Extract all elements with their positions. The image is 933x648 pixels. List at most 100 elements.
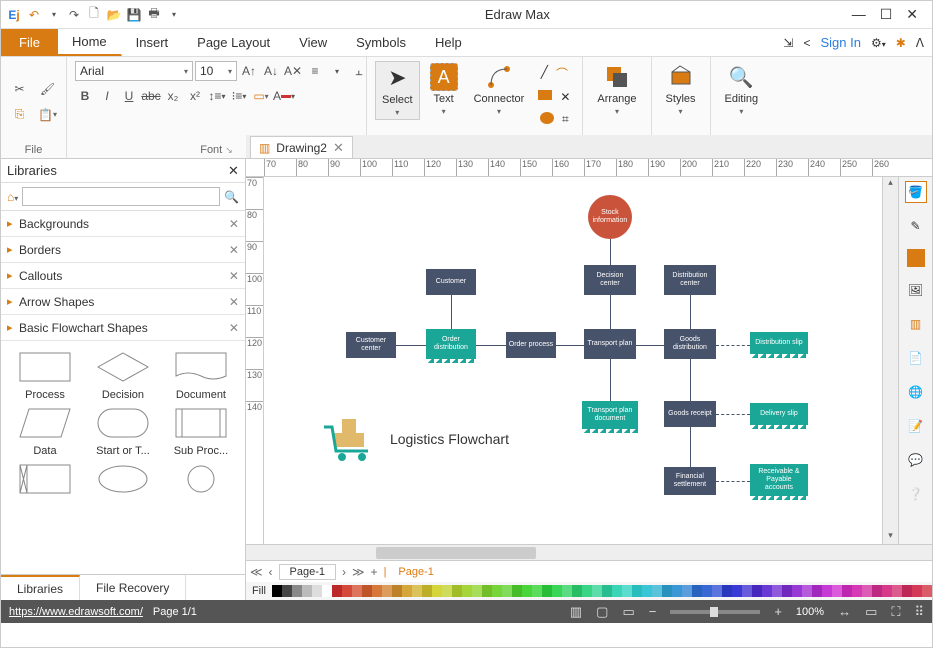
swatch[interactable] [372,585,382,597]
swatch[interactable] [342,585,352,597]
note-icon[interactable]: 📝 [905,415,927,437]
swatch[interactable] [712,585,722,597]
move-tool-icon[interactable]: ✕ [560,90,570,104]
export-icon[interactable]: ⇲ [783,36,793,50]
swatch[interactable] [732,585,742,597]
node-dist-center[interactable]: Distribution center [664,265,716,295]
shape-extra2[interactable] [91,501,155,513]
shape-decision[interactable]: Decision [91,389,155,401]
zoom-knob[interactable] [710,607,718,617]
qat-dropdown-icon[interactable]: ▾ [165,6,183,24]
font-dialog-launcher-icon[interactable]: ↘ [225,145,233,155]
swatch[interactable] [522,585,532,597]
swatch[interactable] [472,585,482,597]
node-fin-set[interactable]: Financial settlement [664,467,716,495]
collapse-ribbon-icon[interactable]: ᐱ [916,36,924,50]
swatch[interactable] [702,585,712,597]
swatch[interactable] [552,585,562,597]
rect-tool-icon[interactable] [538,90,552,100]
swatch[interactable] [752,585,762,597]
new-doc-icon[interactable]: 🗋 [85,6,103,24]
connector-tool-button[interactable]: Connector ▾ [468,61,531,118]
decrease-font-icon[interactable]: A↓ [261,61,281,81]
library-category[interactable]: ▸Basic Flowchart Shapes✕ [1,315,245,341]
node-cust-center[interactable]: Customer center [346,332,396,358]
swatch[interactable] [672,585,682,597]
scroll-up-icon[interactable]: ▴ [883,177,898,191]
swatch[interactable] [452,585,462,597]
layers-icon[interactable]: ▥ [905,313,927,335]
undo-icon[interactable]: ↶ [25,6,43,24]
text-tool-button[interactable]: A Text ▾ [424,61,464,118]
shape-extra1[interactable] [13,501,77,513]
save-icon[interactable]: 💾 [125,6,143,24]
node-stock[interactable]: Stock information [588,195,632,239]
paste-icon[interactable]: 📋▾ [38,105,58,125]
node-goods-dist[interactable]: Goods distribution [664,329,716,359]
node-customer[interactable]: Customer [426,269,476,295]
library-search-input[interactable] [22,187,220,206]
swatch[interactable] [892,585,902,597]
tab-help[interactable]: Help [421,29,477,56]
font-color-icon[interactable]: A▾ [273,86,295,106]
fill-bucket-icon[interactable]: 🪣 [905,181,927,203]
view-normal-icon[interactable]: ▥ [570,604,582,620]
swatch[interactable] [682,585,692,597]
node-dist-slip[interactable]: Distribution slip [750,332,808,354]
shape-document[interactable]: Document [169,389,233,401]
close-window-icon[interactable]: ✕ [906,6,918,23]
cut-icon[interactable]: ✂ [10,79,30,99]
swatch[interactable] [562,585,572,597]
line-tool-icon[interactable]: ╱ [541,65,548,82]
swatch[interactable] [432,585,442,597]
swatch[interactable] [872,585,882,597]
pen-icon[interactable]: ✎ [905,215,927,237]
swatch[interactable] [842,585,852,597]
fit-page-icon[interactable]: ▭ [865,604,877,620]
swatch[interactable] [512,585,522,597]
swatch[interactable] [602,585,612,597]
scroll-down-icon[interactable]: ▾ [883,530,898,544]
swatch[interactable] [352,585,362,597]
underline-icon[interactable]: U [119,86,139,106]
edraw-logo-icon[interactable]: ✱ [896,36,906,50]
swatch[interactable] [582,585,592,597]
tab-page-layout[interactable]: Page Layout [183,29,285,56]
zoom-out-icon[interactable]: − [649,604,657,619]
swatch[interactable] [622,585,632,597]
close-icon[interactable]: ✕ [229,243,239,257]
swatch[interactable] [292,585,302,597]
close-icon[interactable]: ✕ [229,269,239,283]
swatch[interactable] [482,585,492,597]
swatch[interactable] [542,585,552,597]
swatch[interactable] [662,585,672,597]
swatch[interactable] [302,585,312,597]
swatch[interactable] [832,585,842,597]
styles-button[interactable]: Styles ▾ [660,61,702,118]
globe-icon[interactable]: 🌐 [905,381,927,403]
print-icon[interactable]: 🖶 [145,6,163,24]
page-bg-tab[interactable]: Page-1 [392,566,439,578]
drawing-canvas[interactable]: Stock information Customer Decision cent… [264,177,882,544]
swatch[interactable] [382,585,392,597]
align-dropdown-icon[interactable]: ▾ [327,61,347,81]
library-category[interactable]: ▸Borders✕ [1,237,245,263]
shape-subprocess[interactable]: Sub Proc... [169,445,233,457]
library-home-icon[interactable]: ⌂▾ [7,190,18,204]
theme-icon[interactable] [907,249,925,267]
document-tab[interactable]: ▥ Drawing2 ✕ [250,136,353,158]
line-spacing-icon[interactable]: ↕≡▾ [207,86,227,106]
node-deliv-slip[interactable]: Delivery slip [750,403,808,425]
fullscreen-icon[interactable]: ⛶ [891,604,900,620]
view-present-icon[interactable]: ▭ [622,604,634,620]
horizontal-scrollbar[interactable] [246,544,932,560]
minimize-icon[interactable]: — [852,6,866,23]
node-order-proc[interactable]: Order process [506,332,556,358]
vertical-scrollbar[interactable]: ▴ ▾ [882,177,898,544]
libtab-file-recovery[interactable]: File Recovery [80,575,186,600]
vertical-align-icon[interactable]: ⫠ [349,61,369,81]
swatch[interactable] [722,585,732,597]
swatch[interactable] [792,585,802,597]
node-order-dist[interactable]: Order distribution [426,329,476,359]
swatch[interactable] [882,585,892,597]
